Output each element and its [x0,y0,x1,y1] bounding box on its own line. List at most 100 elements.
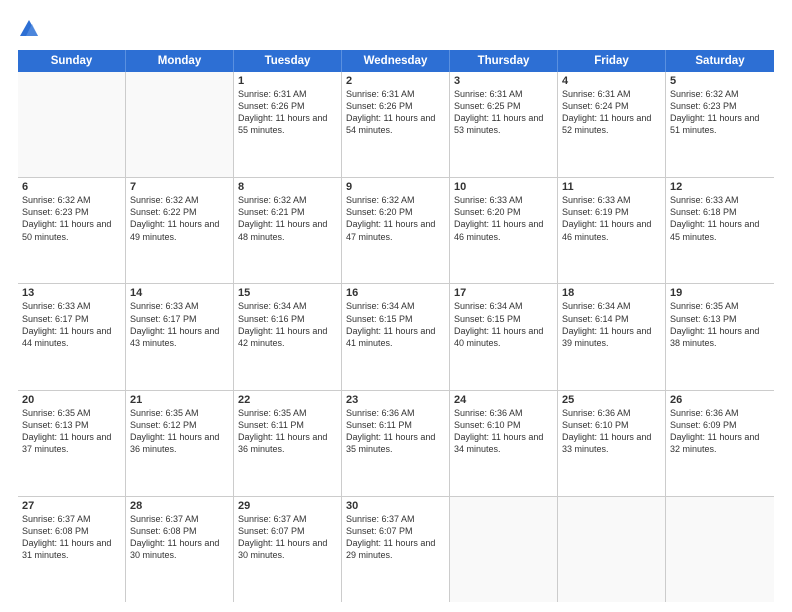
day-28: 28Sunrise: 6:37 AM Sunset: 6:08 PM Dayli… [126,497,234,602]
day-11: 11Sunrise: 6:33 AM Sunset: 6:19 PM Dayli… [558,178,666,283]
day-number: 25 [562,394,661,406]
day-info: Sunrise: 6:36 AM Sunset: 6:10 PM Dayligh… [454,407,553,456]
day-16: 16Sunrise: 6:34 AM Sunset: 6:15 PM Dayli… [342,284,450,389]
empty-cell [450,497,558,602]
day-22: 22Sunrise: 6:35 AM Sunset: 6:11 PM Dayli… [234,391,342,496]
day-27: 27Sunrise: 6:37 AM Sunset: 6:08 PM Dayli… [18,497,126,602]
day-26: 26Sunrise: 6:36 AM Sunset: 6:09 PM Dayli… [666,391,774,496]
day-number: 11 [562,181,661,193]
day-number: 2 [346,75,445,87]
empty-cell [126,72,234,177]
day-19: 19Sunrise: 6:35 AM Sunset: 6:13 PM Dayli… [666,284,774,389]
day-info: Sunrise: 6:32 AM Sunset: 6:20 PM Dayligh… [346,194,445,243]
day-info: Sunrise: 6:36 AM Sunset: 6:10 PM Dayligh… [562,407,661,456]
day-info: Sunrise: 6:31 AM Sunset: 6:24 PM Dayligh… [562,88,661,137]
header-day-friday: Friday [558,50,666,72]
day-info: Sunrise: 6:32 AM Sunset: 6:21 PM Dayligh… [238,194,337,243]
day-12: 12Sunrise: 6:33 AM Sunset: 6:18 PM Dayli… [666,178,774,283]
day-25: 25Sunrise: 6:36 AM Sunset: 6:10 PM Dayli… [558,391,666,496]
day-24: 24Sunrise: 6:36 AM Sunset: 6:10 PM Dayli… [450,391,558,496]
day-number: 4 [562,75,661,87]
header-day-tuesday: Tuesday [234,50,342,72]
day-number: 27 [22,500,121,512]
week-row-3: 13Sunrise: 6:33 AM Sunset: 6:17 PM Dayli… [18,284,774,390]
logo-icon [18,18,40,40]
empty-cell [18,72,126,177]
day-number: 12 [670,181,770,193]
day-number: 5 [670,75,770,87]
day-info: Sunrise: 6:37 AM Sunset: 6:07 PM Dayligh… [238,513,337,562]
calendar-body: 1Sunrise: 6:31 AM Sunset: 6:26 PM Daylig… [18,72,774,602]
calendar-header: SundayMondayTuesdayWednesdayThursdayFrid… [18,50,774,72]
day-info: Sunrise: 6:36 AM Sunset: 6:09 PM Dayligh… [670,407,770,456]
day-number: 1 [238,75,337,87]
week-row-5: 27Sunrise: 6:37 AM Sunset: 6:08 PM Dayli… [18,497,774,602]
calendar: SundayMondayTuesdayWednesdayThursdayFrid… [18,50,774,602]
day-info: Sunrise: 6:35 AM Sunset: 6:13 PM Dayligh… [670,300,770,349]
week-row-1: 1Sunrise: 6:31 AM Sunset: 6:26 PM Daylig… [18,72,774,178]
day-info: Sunrise: 6:35 AM Sunset: 6:12 PM Dayligh… [130,407,229,456]
header [18,18,774,40]
day-4: 4Sunrise: 6:31 AM Sunset: 6:24 PM Daylig… [558,72,666,177]
day-30: 30Sunrise: 6:37 AM Sunset: 6:07 PM Dayli… [342,497,450,602]
day-10: 10Sunrise: 6:33 AM Sunset: 6:20 PM Dayli… [450,178,558,283]
day-3: 3Sunrise: 6:31 AM Sunset: 6:25 PM Daylig… [450,72,558,177]
day-number: 21 [130,394,229,406]
day-info: Sunrise: 6:37 AM Sunset: 6:08 PM Dayligh… [22,513,121,562]
header-day-saturday: Saturday [666,50,774,72]
day-number: 7 [130,181,229,193]
day-info: Sunrise: 6:35 AM Sunset: 6:13 PM Dayligh… [22,407,121,456]
header-day-thursday: Thursday [450,50,558,72]
day-number: 6 [22,181,121,193]
day-number: 28 [130,500,229,512]
day-info: Sunrise: 6:34 AM Sunset: 6:14 PM Dayligh… [562,300,661,349]
day-number: 10 [454,181,553,193]
day-number: 15 [238,287,337,299]
day-18: 18Sunrise: 6:34 AM Sunset: 6:14 PM Dayli… [558,284,666,389]
day-13: 13Sunrise: 6:33 AM Sunset: 6:17 PM Dayli… [18,284,126,389]
day-info: Sunrise: 6:32 AM Sunset: 6:23 PM Dayligh… [22,194,121,243]
day-number: 30 [346,500,445,512]
day-number: 18 [562,287,661,299]
day-info: Sunrise: 6:33 AM Sunset: 6:18 PM Dayligh… [670,194,770,243]
day-info: Sunrise: 6:33 AM Sunset: 6:17 PM Dayligh… [22,300,121,349]
day-number: 19 [670,287,770,299]
day-info: Sunrise: 6:37 AM Sunset: 6:07 PM Dayligh… [346,513,445,562]
day-7: 7Sunrise: 6:32 AM Sunset: 6:22 PM Daylig… [126,178,234,283]
day-info: Sunrise: 6:33 AM Sunset: 6:19 PM Dayligh… [562,194,661,243]
header-day-monday: Monday [126,50,234,72]
day-8: 8Sunrise: 6:32 AM Sunset: 6:21 PM Daylig… [234,178,342,283]
day-number: 22 [238,394,337,406]
day-info: Sunrise: 6:31 AM Sunset: 6:25 PM Dayligh… [454,88,553,137]
day-17: 17Sunrise: 6:34 AM Sunset: 6:15 PM Dayli… [450,284,558,389]
day-number: 8 [238,181,337,193]
day-info: Sunrise: 6:35 AM Sunset: 6:11 PM Dayligh… [238,407,337,456]
day-info: Sunrise: 6:37 AM Sunset: 6:08 PM Dayligh… [130,513,229,562]
day-29: 29Sunrise: 6:37 AM Sunset: 6:07 PM Dayli… [234,497,342,602]
day-info: Sunrise: 6:36 AM Sunset: 6:11 PM Dayligh… [346,407,445,456]
day-info: Sunrise: 6:32 AM Sunset: 6:23 PM Dayligh… [670,88,770,137]
day-number: 9 [346,181,445,193]
day-number: 23 [346,394,445,406]
day-info: Sunrise: 6:33 AM Sunset: 6:20 PM Dayligh… [454,194,553,243]
day-number: 20 [22,394,121,406]
day-6: 6Sunrise: 6:32 AM Sunset: 6:23 PM Daylig… [18,178,126,283]
day-21: 21Sunrise: 6:35 AM Sunset: 6:12 PM Dayli… [126,391,234,496]
day-number: 13 [22,287,121,299]
week-row-2: 6Sunrise: 6:32 AM Sunset: 6:23 PM Daylig… [18,178,774,284]
day-info: Sunrise: 6:34 AM Sunset: 6:16 PM Dayligh… [238,300,337,349]
day-20: 20Sunrise: 6:35 AM Sunset: 6:13 PM Dayli… [18,391,126,496]
day-number: 26 [670,394,770,406]
day-info: Sunrise: 6:31 AM Sunset: 6:26 PM Dayligh… [238,88,337,137]
day-2: 2Sunrise: 6:31 AM Sunset: 6:26 PM Daylig… [342,72,450,177]
day-info: Sunrise: 6:34 AM Sunset: 6:15 PM Dayligh… [454,300,553,349]
day-number: 14 [130,287,229,299]
empty-cell [666,497,774,602]
day-number: 3 [454,75,553,87]
day-15: 15Sunrise: 6:34 AM Sunset: 6:16 PM Dayli… [234,284,342,389]
day-number: 24 [454,394,553,406]
header-day-wednesday: Wednesday [342,50,450,72]
day-23: 23Sunrise: 6:36 AM Sunset: 6:11 PM Dayli… [342,391,450,496]
day-9: 9Sunrise: 6:32 AM Sunset: 6:20 PM Daylig… [342,178,450,283]
day-info: Sunrise: 6:32 AM Sunset: 6:22 PM Dayligh… [130,194,229,243]
